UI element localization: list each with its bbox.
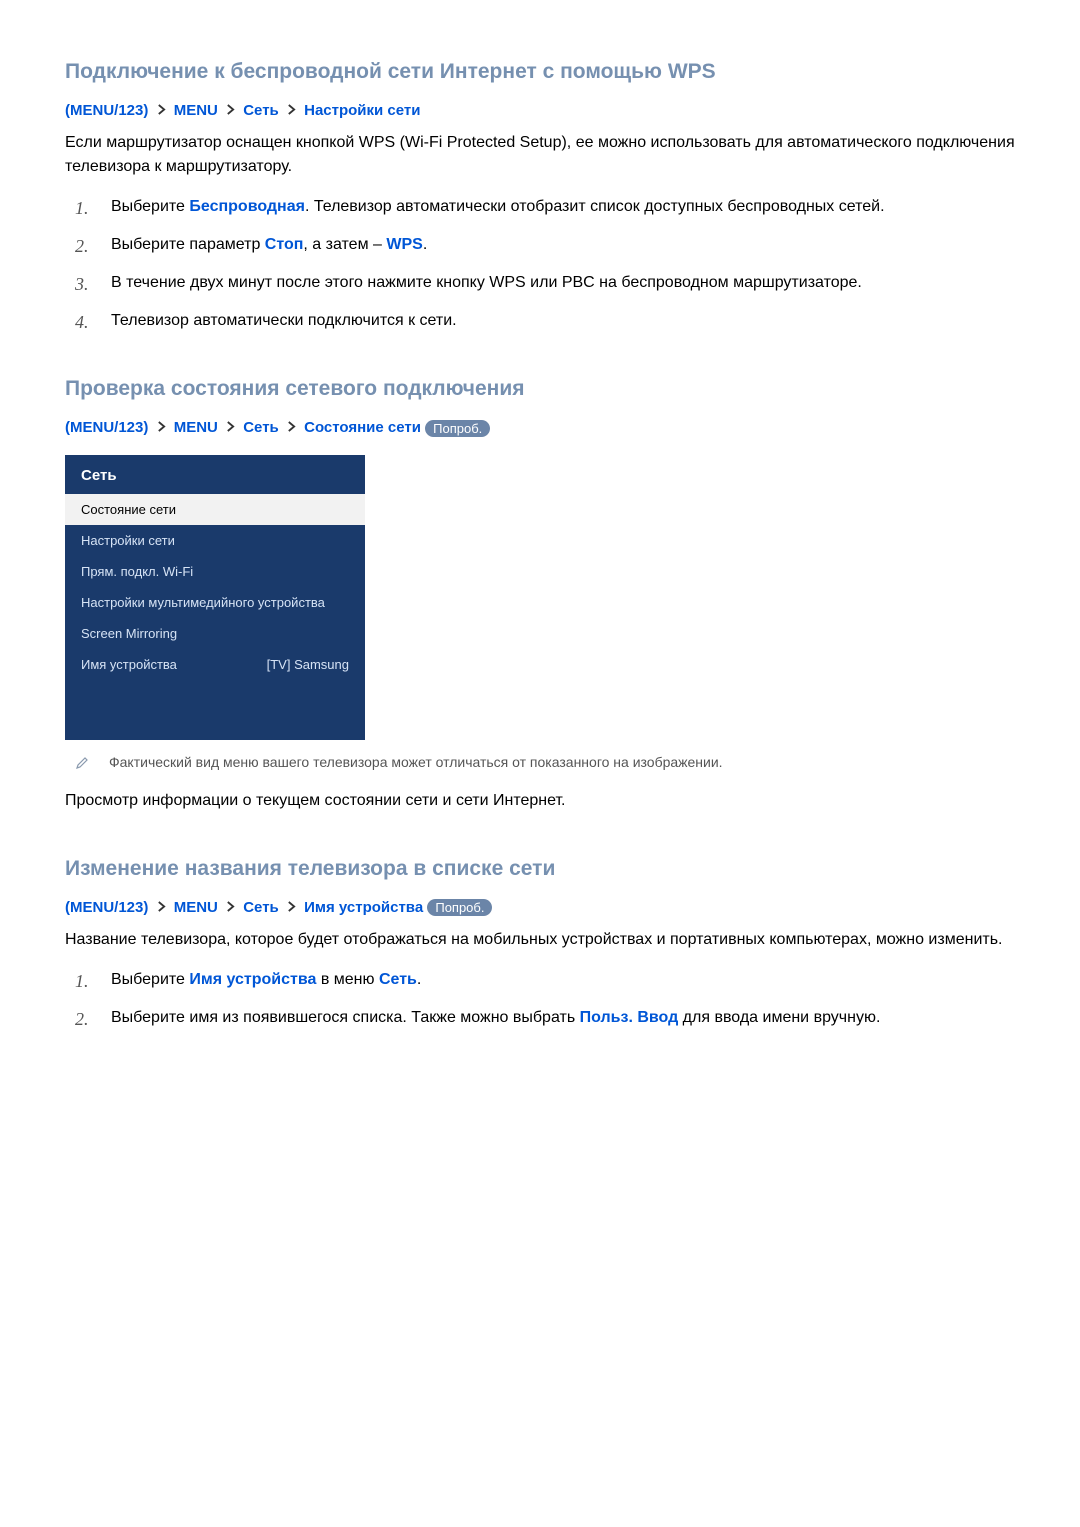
step-item: Выберите параметр Стоп, а затем – WPS. <box>75 233 1015 257</box>
section-title: Изменение названия телевизора в списке с… <box>65 857 1015 881</box>
breadcrumb-close-paren: ) <box>143 419 148 436</box>
chevron-right-icon <box>287 102 296 119</box>
breadcrumb-part: Сеть <box>243 419 279 436</box>
section-rename: Изменение названия телевизора в списке с… <box>65 857 1015 1031</box>
chevron-right-icon <box>287 419 296 436</box>
breadcrumb-part: Сеть <box>243 899 279 916</box>
breadcrumb-part: Состояние сети <box>304 419 421 436</box>
breadcrumb: (MENU/123) MENU Сеть Настройки сети <box>65 102 1015 119</box>
section-status: Проверка состояния сетевого подключения … <box>65 377 1015 813</box>
chevron-right-icon <box>226 899 235 916</box>
step-item: В течение двух минут после этого нажмите… <box>75 271 1015 295</box>
menu-row-selected: Состояние сети <box>65 494 365 525</box>
chevron-right-icon <box>226 419 235 436</box>
menu-row: Настройки сети <box>65 525 365 556</box>
breadcrumb-close-paren: ) <box>143 102 148 119</box>
steps-list: Выберите Беспроводная. Телевизор автомат… <box>75 195 1015 333</box>
try-pill: Попроб. <box>427 899 492 916</box>
breadcrumb: (MENU/123) MENU Сеть Имя устройства Попр… <box>65 899 1015 917</box>
steps-list: Выберите Имя устройства в меню Сеть. Выб… <box>75 968 1015 1030</box>
chevron-right-icon <box>226 102 235 119</box>
breadcrumb-part: MENU <box>174 102 218 119</box>
menu-row: Прям. подкл. Wi-Fi <box>65 556 365 587</box>
step-item: Выберите Беспроводная. Телевизор автомат… <box>75 195 1015 219</box>
step-item: Выберите имя из появившегося списка. Так… <box>75 1006 1015 1030</box>
note: Фактический вид меню вашего телевизора м… <box>75 754 1015 775</box>
section-wps: Подключение к беспроводной сети Интернет… <box>65 60 1015 333</box>
step-item: Телевизор автоматически подключится к се… <box>75 309 1015 333</box>
breadcrumb-part: MENU/123 <box>70 102 143 119</box>
menu-row: Настройки мультимедийного устройства <box>65 587 365 618</box>
breadcrumb-part: Имя устройства <box>304 899 423 916</box>
breadcrumb-part: MENU <box>174 419 218 436</box>
chevron-right-icon <box>287 899 296 916</box>
chevron-right-icon <box>157 102 166 119</box>
menu-row-value: [TV] Samsung <box>267 657 349 672</box>
bold-term: Имя устройства <box>189 971 316 988</box>
bold-term: WPS <box>386 236 422 253</box>
menu-row: Screen Mirroring <box>65 618 365 649</box>
intro-text: Название телевизора, которое будет отобр… <box>65 928 1015 952</box>
pencil-icon <box>75 756 89 775</box>
try-pill: Попроб. <box>425 420 490 437</box>
breadcrumb-part: MENU/123 <box>70 899 143 916</box>
bold-term: Беспроводная <box>189 198 305 215</box>
step-item: Выберите Имя устройства в меню Сеть. <box>75 968 1015 992</box>
chevron-right-icon <box>157 899 166 916</box>
bold-term: Стоп <box>265 236 304 253</box>
breadcrumb-close-paren: ) <box>143 899 148 916</box>
intro-text: Если маршрутизатор оснащен кнопкой WPS (… <box>65 131 1015 179</box>
menu-row: Имя устройства [TV] Samsung <box>65 649 365 680</box>
section-title: Проверка состояния сетевого подключения <box>65 377 1015 401</box>
section-title: Подключение к беспроводной сети Интернет… <box>65 60 1015 84</box>
breadcrumb-part: Настройки сети <box>304 102 420 119</box>
menu-header: Сеть <box>65 455 365 494</box>
chevron-right-icon <box>157 419 166 436</box>
bold-term: Польз. Ввод <box>580 1009 679 1026</box>
note-text: Фактический вид меню вашего телевизора м… <box>109 754 723 770</box>
breadcrumb-part: Сеть <box>243 102 279 119</box>
breadcrumb: (MENU/123) MENU Сеть Состояние сети Попр… <box>65 419 1015 437</box>
bold-term: Сеть <box>379 971 417 988</box>
breadcrumb-part: MENU/123 <box>70 419 143 436</box>
menu-screenshot: Сеть Состояние сети Настройки сети Прям.… <box>65 455 365 740</box>
breadcrumb-part: MENU <box>174 899 218 916</box>
body-text: Просмотр информации о текущем состоянии … <box>65 789 1015 813</box>
menu-row-label: Имя устройства <box>81 657 177 672</box>
